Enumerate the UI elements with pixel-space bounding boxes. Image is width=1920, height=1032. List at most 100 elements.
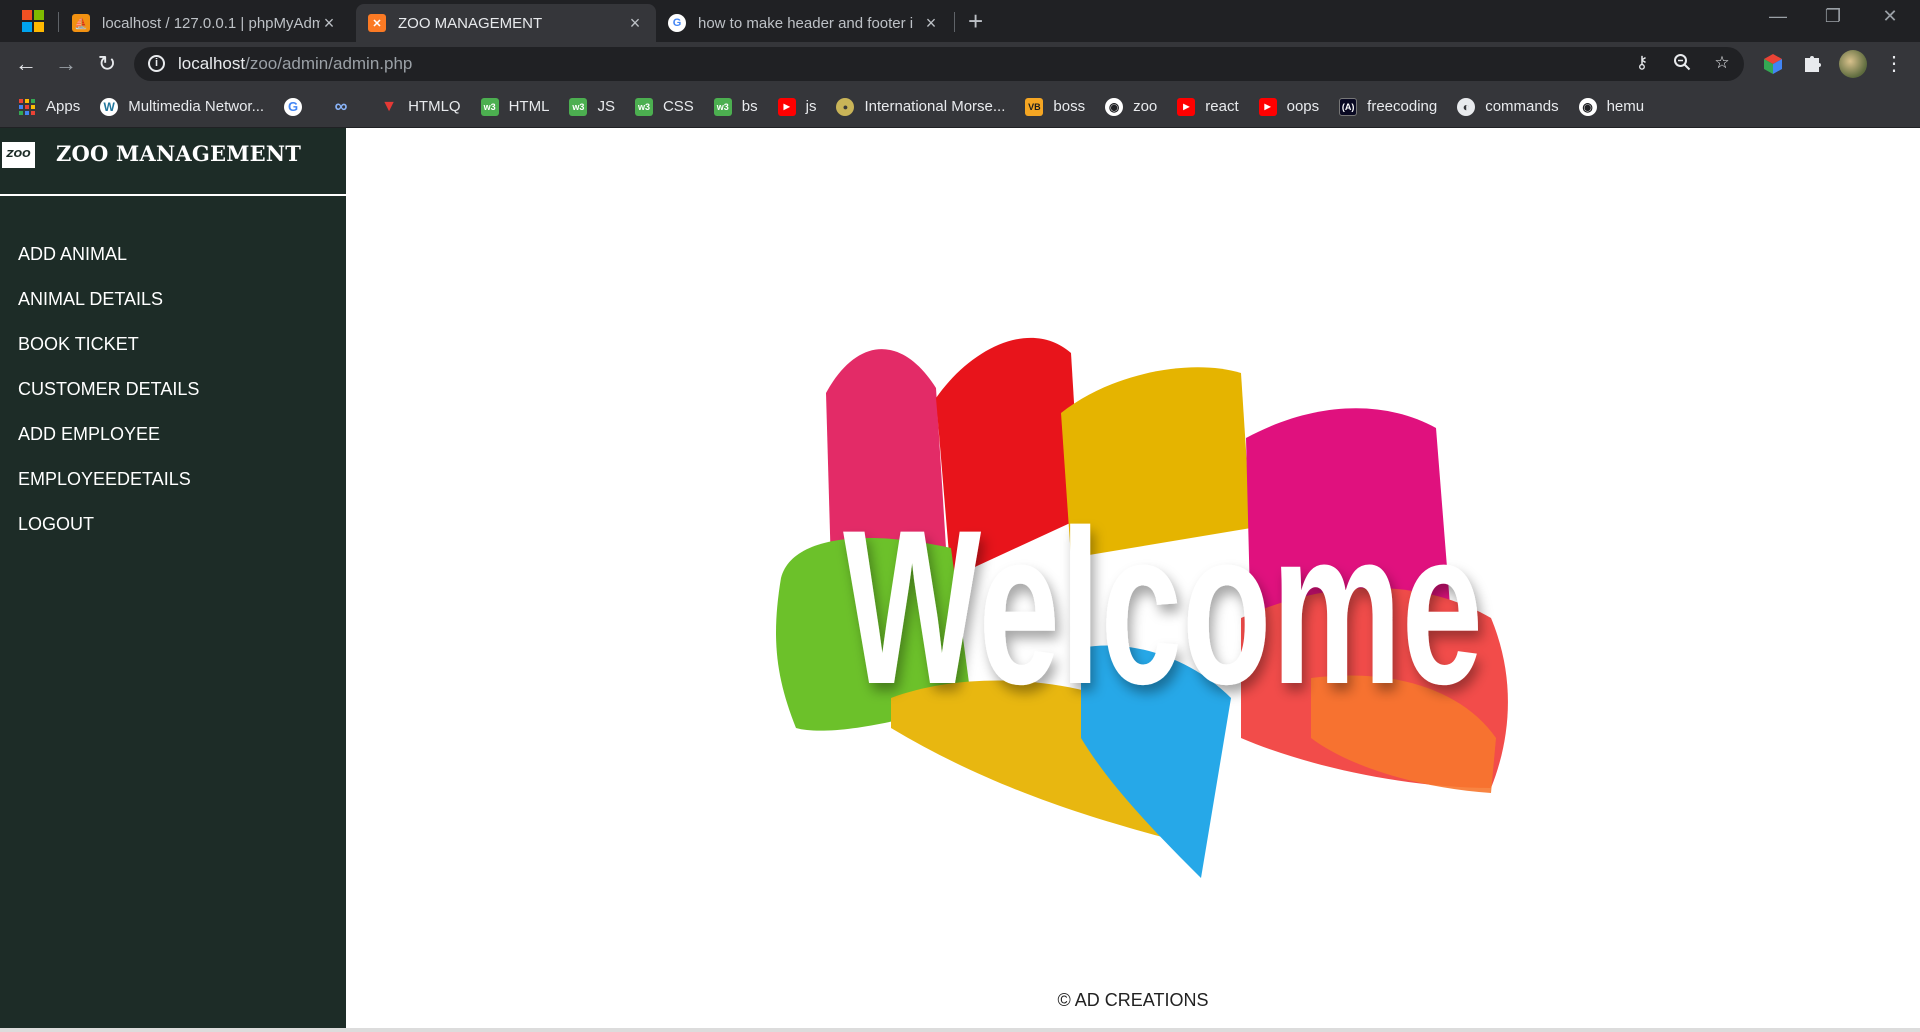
windows-icon[interactable] [22, 10, 44, 32]
sidebar-brand: ZOO ZOO MANAGEMENT [0, 128, 346, 196]
bookmark-infinity[interactable]: ∞ [332, 96, 360, 116]
bookmark-multimedia[interactable]: W Multimedia Networ... [100, 97, 265, 116]
bookmark-label: CSS [662, 98, 694, 115]
back-button[interactable]: ← [12, 50, 40, 78]
bookmark-morse[interactable]: ● International Morse... [836, 97, 1006, 116]
bookmark-html[interactable]: w3 HTML [480, 97, 550, 116]
vb-icon: VB [1025, 97, 1044, 116]
nav-add-animal[interactable]: ADD ANIMAL [18, 232, 199, 277]
bookmark-label: HTML [508, 98, 550, 115]
bookmark-commands[interactable]: ◐ commands [1457, 97, 1559, 116]
browser-menu-button[interactable]: ⋮ [1884, 50, 1904, 78]
page-bottom-edge [0, 1028, 1920, 1032]
bookmark-hemu[interactable]: ◉ hemu [1578, 97, 1645, 116]
welcome-text: Welcome [843, 484, 1483, 730]
zoo-logo[interactable]: ZOO [2, 142, 35, 168]
github-icon: ◉ [1578, 97, 1597, 116]
bookmark-label: JS [597, 98, 615, 115]
bookmark-boss[interactable]: VB boss [1025, 97, 1086, 116]
close-icon[interactable]: × [922, 13, 940, 34]
info-icon[interactable]: i [148, 55, 165, 72]
url-path: /zoo/admin/admin.php [245, 54, 413, 73]
new-tab-button[interactable]: + [968, 6, 983, 36]
bookmark-google[interactable]: G [284, 97, 312, 116]
bookmark-label: International Morse... [864, 98, 1006, 115]
w3-icon: w3 [480, 97, 499, 116]
bookmark-label: oops [1286, 98, 1320, 115]
triangle-icon: ▼ [381, 97, 398, 115]
tab-google-search[interactable]: G how to make header and footer i × [656, 4, 952, 42]
url-text[interactable]: localhost/zoo/admin/admin.php [178, 54, 412, 74]
extension-cube-icon[interactable] [1761, 52, 1785, 76]
nav-employee-details[interactable]: EMPLOYEEDETAILS [18, 457, 199, 502]
bookmark-label: hemu [1606, 98, 1645, 115]
nav-animal-details[interactable]: ANIMAL DETAILS [18, 277, 199, 322]
google-icon: G [284, 97, 303, 116]
welcome-image: Welcome [776, 337, 1508, 878]
bookmark-label: boss [1053, 98, 1086, 115]
close-icon[interactable]: × [320, 13, 338, 34]
bookmark-zoo[interactable]: ◉ zoo [1105, 97, 1158, 116]
bookmark-bs[interactable]: w3 bs [713, 97, 758, 116]
star-icon[interactable]: ☆ [1710, 53, 1734, 73]
forward-button[interactable]: → [52, 50, 80, 78]
nav-customer-details[interactable]: CUSTOMER DETAILS [18, 367, 199, 412]
morse-icon: ● [836, 97, 855, 116]
bookmark-label: Apps [46, 98, 81, 115]
tab-strip: ⛵ localhost / 127.0.0.1 | phpMyAdm × ✕ Z… [0, 0, 1920, 42]
tab-phpmyadmin[interactable]: ⛵ localhost / 127.0.0.1 | phpMyAdm × [60, 4, 350, 42]
tab-title: how to make header and footer i [698, 14, 914, 32]
bookmark-apps[interactable]: Apps [18, 98, 80, 116]
youtube-icon: ▶ [777, 97, 796, 116]
bookmark-label: zoo [1133, 98, 1158, 115]
bookmark-label: HTMLQ [408, 98, 461, 115]
bookmark-freecoding[interactable]: (A) freecoding [1339, 97, 1437, 116]
tab-title: localhost / 127.0.0.1 | phpMyAdm [102, 14, 320, 32]
puzzle-icon[interactable] [1801, 52, 1825, 76]
window-close-button[interactable]: ✕ [1870, 6, 1910, 27]
tab-zoo-management[interactable]: ✕ ZOO MANAGEMENT × [356, 4, 656, 42]
youtube-icon: ▶ [1177, 97, 1196, 116]
page-title: ZOO MANAGEMENT [56, 141, 302, 166]
xampp-icon: ✕ [368, 14, 386, 32]
bookmark-react[interactable]: ▶ react [1177, 97, 1239, 116]
bookmark-label: commands [1485, 98, 1559, 115]
sidebar: ZOO ZOO MANAGEMENT ADD ANIMAL ANIMAL DET… [0, 128, 346, 1032]
reload-button[interactable]: ↻ [93, 50, 121, 78]
tab-separator [58, 12, 59, 32]
nav-book-ticket[interactable]: BOOK TICKET [18, 322, 199, 367]
globe-icon: ◐ [1457, 97, 1476, 116]
nav-add-employee[interactable]: ADD EMPLOYEE [18, 412, 199, 457]
wordpress-icon: W [100, 97, 119, 116]
youtube-icon: ▶ [1258, 97, 1277, 116]
sidebar-nav: ADD ANIMAL ANIMAL DETAILS BOOK TICKET CU… [18, 232, 199, 547]
bookmark-js[interactable]: w3 JS [569, 97, 615, 116]
w3-icon: w3 [634, 97, 653, 116]
zoom-icon[interactable] [1670, 53, 1694, 76]
browser-toolbar: ← → ↻ i localhost/zoo/admin/admin.php ⚷ … [0, 42, 1920, 86]
close-icon[interactable]: × [626, 13, 644, 34]
infinity-icon: ∞ [334, 96, 348, 116]
tab-title: ZOO MANAGEMENT [398, 14, 543, 32]
bookmark-label: js [805, 98, 817, 115]
github-icon: ◉ [1105, 97, 1124, 116]
profile-avatar[interactable] [1839, 50, 1867, 78]
url-host: localhost [178, 54, 246, 73]
bookmark-htmlq[interactable]: ▼ HTMLQ [380, 97, 461, 116]
bookmark-label: react [1205, 98, 1239, 115]
web-page: ZOO ZOO MANAGEMENT ADD ANIMAL ANIMAL DET… [0, 128, 1920, 1032]
address-bar[interactable]: i localhost/zoo/admin/admin.php ⚷ ☆ [134, 47, 1744, 81]
nav-logout[interactable]: LOGOUT [18, 502, 199, 547]
freecodecamp-icon: (A) [1339, 97, 1358, 116]
bookmark-label: Multimedia Networ... [128, 98, 265, 115]
bookmark-oops[interactable]: ▶ oops [1258, 97, 1320, 116]
phpmyadmin-icon: ⛵ [72, 14, 90, 32]
bookmark-label: bs [741, 98, 758, 115]
bookmark-js-youtube[interactable]: ▶ js [777, 97, 817, 116]
key-icon[interactable]: ⚷ [1630, 53, 1654, 73]
restore-button[interactable]: ❐ [1813, 6, 1853, 27]
bookmark-css[interactable]: w3 CSS [634, 97, 694, 116]
minimize-button[interactable]: — [1758, 6, 1798, 27]
google-icon: G [668, 14, 686, 32]
bookmarks-bar: Apps W Multimedia Networ... G ∞ ▼ HTMLQ w3… [0, 86, 1920, 128]
